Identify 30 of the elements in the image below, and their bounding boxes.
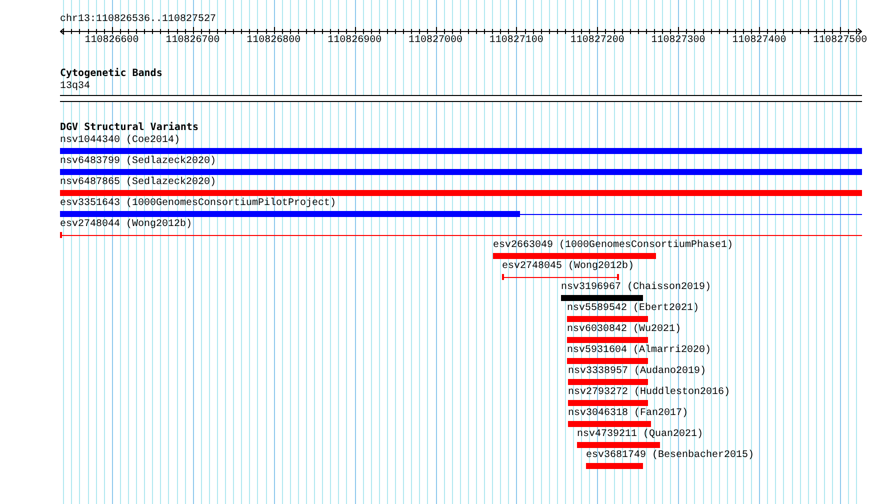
track-title: DGV Structural Variants — [60, 122, 198, 134]
ruler-label: 110827500 — [813, 35, 868, 47]
ruler-label: 110826700 — [166, 35, 220, 47]
feature-label: nsv4739211 (Quan2021) — [577, 429, 704, 441]
feature-label: esv2663049 (1000GenomesConsortiumPhase1) — [493, 240, 734, 252]
feature-label: nsv5931604 (Almarri2020) — [567, 345, 712, 357]
ruler-label: 110826900 — [328, 35, 382, 47]
ruler-label: 110827400 — [732, 35, 786, 47]
feature-label: nsv5589542 (Ebert2021) — [567, 303, 700, 315]
feature-label: nsv3338957 (Audano2019) — [568, 366, 706, 378]
ruler-label: 110827000 — [408, 35, 463, 47]
feature-label: nsv6483799 (Sedlazeck2020) — [60, 156, 216, 168]
ruler-label: 110827100 — [489, 35, 544, 47]
feature-label: nsv2793272 (Huddleston2016) — [568, 387, 730, 399]
ruler-label: 110827200 — [570, 35, 624, 47]
feature-label: nsv6487865 (Sedlazeck2020) — [60, 177, 216, 189]
ruler-label: 110827300 — [651, 35, 706, 47]
track-title: Cytogenetic Bands — [60, 68, 162, 80]
feature-label: nsv3196967 (Chaisson2019) — [561, 282, 712, 294]
feature-label: nsv6030842 (Wu2021) — [567, 324, 682, 336]
location-text: chr13:110826536..110827527 — [60, 14, 216, 25]
feature-label: nsv1044340 (Coe2014) — [60, 135, 180, 147]
ruler-label: 110826800 — [246, 35, 301, 47]
band-label: 13q34 — [60, 81, 90, 92]
feature-label: esv3681749 (Besenbacher2015) — [586, 450, 754, 462]
feature-label: nsv3046318 (Fan2017) — [568, 408, 688, 420]
feature-label: esv3351643 (1000GenomesConsortiumPilotProject) — [60, 198, 336, 210]
ruler-label: 110826600 — [84, 35, 139, 47]
feature-label: esv2748044 (Wong2012b) — [60, 219, 192, 231]
feature-label: esv2748045 (Wong2012b) — [502, 261, 634, 273]
